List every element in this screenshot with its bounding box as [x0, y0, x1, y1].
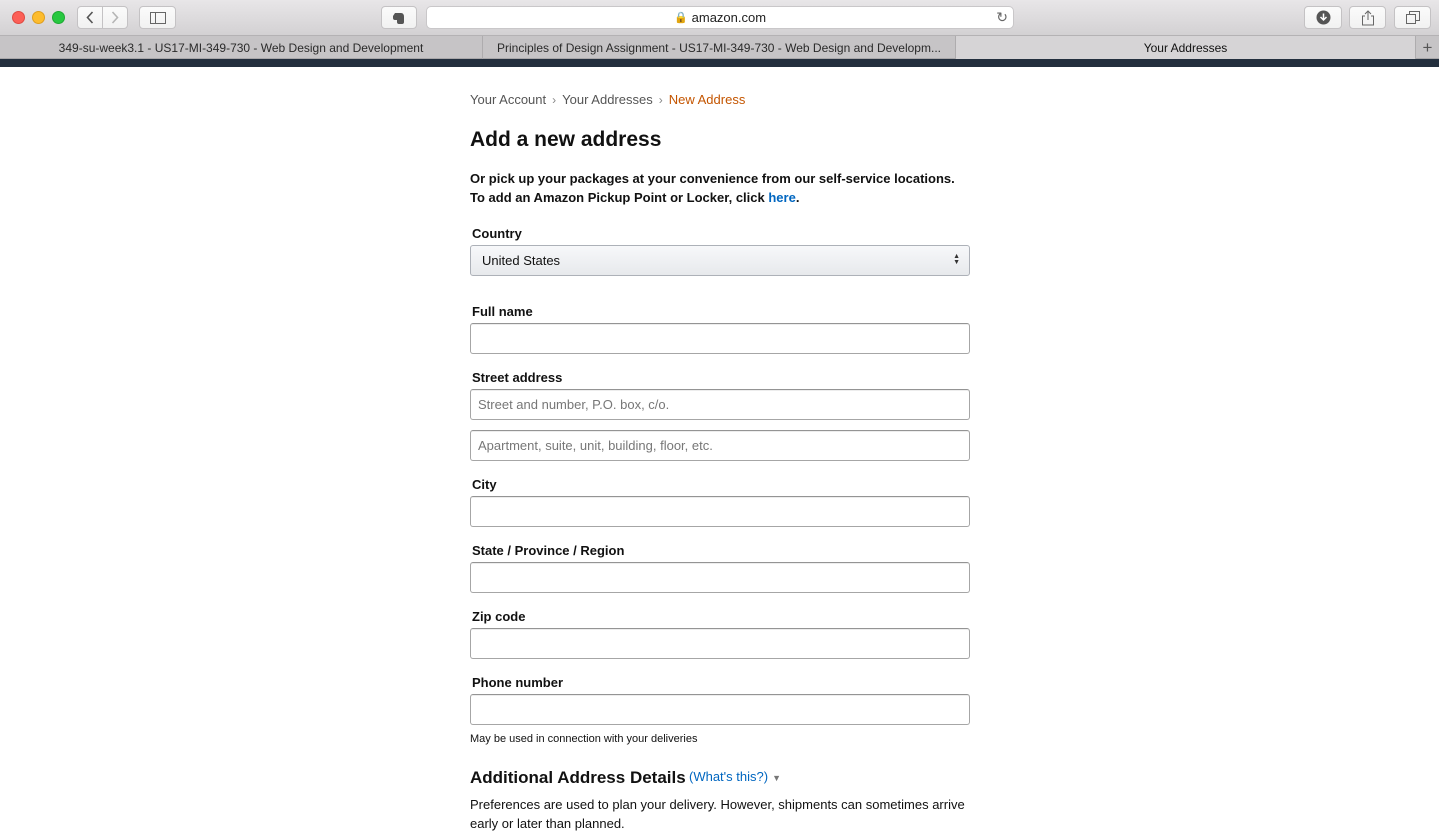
zip-label: Zip code	[472, 609, 526, 624]
intro-text: Or pick up your packages at your conveni…	[470, 171, 955, 205]
fullname-input[interactable]	[470, 323, 970, 354]
breadcrumb-your-account[interactable]: Your Account	[470, 92, 546, 107]
page-title: Add a new address	[470, 128, 662, 151]
plus-icon: +	[1422, 37, 1433, 57]
sidebar-toggle-button[interactable]	[139, 6, 176, 29]
state-input[interactable]	[470, 562, 970, 593]
phone-input[interactable]	[470, 694, 970, 725]
whats-this-link[interactable]: (What's this?) ▼	[689, 769, 781, 784]
city-label: City	[472, 477, 497, 492]
close-window-button[interactable]	[12, 11, 25, 24]
downloads-button[interactable]	[1304, 6, 1342, 29]
tab-week3[interactable]: 349-su-week3.1 - US17-MI-349-730 - Web D…	[0, 36, 483, 59]
breadcrumb-current: New Address	[668, 92, 746, 107]
evernote-icon	[393, 12, 404, 24]
extension-button[interactable]	[381, 6, 417, 29]
tab-bar: 349-su-week3.1 - US17-MI-349-730 - Web D…	[0, 36, 1439, 59]
country-selected-value: United States	[482, 253, 561, 268]
additional-details-title: Additional Address Details	[470, 768, 686, 787]
share-icon	[1361, 9, 1374, 25]
back-button[interactable]	[77, 6, 103, 29]
tabs-overview-icon	[1405, 11, 1420, 24]
chevron-right-icon	[111, 11, 119, 24]
intro-end: .	[795, 190, 800, 205]
street-address-line1-input[interactable]	[470, 389, 970, 420]
city-input[interactable]	[470, 496, 970, 527]
phone-hint: May be used in connection with your deli…	[470, 733, 698, 745]
share-button[interactable]	[1349, 6, 1386, 29]
country-select[interactable]: United States ▲ ▼	[470, 245, 970, 276]
select-arrows-icon: ▲ ▼	[953, 253, 960, 266]
amazon-header-strip	[0, 59, 1439, 67]
browser-toolbar: 🔒 amazon.com ↻	[0, 0, 1439, 36]
show-tabs-button[interactable]	[1394, 6, 1431, 29]
forward-button[interactable]	[102, 6, 128, 29]
zip-input[interactable]	[470, 628, 970, 659]
country-label: Country	[472, 226, 522, 241]
pickup-here-link[interactable]: here	[768, 190, 795, 205]
reload-icon[interactable]: ↻	[996, 9, 1008, 26]
download-icon	[1316, 10, 1330, 25]
breadcrumb-separator: ›	[552, 93, 557, 107]
new-tab-button[interactable]: +	[1416, 36, 1439, 59]
fullname-label: Full name	[472, 304, 533, 319]
zoom-window-button[interactable]	[52, 11, 65, 24]
lock-icon: 🔒	[673, 12, 688, 24]
breadcrumb: Your Account › Your Addresses › New Address	[470, 92, 745, 107]
whats-this-text: (What's this?)	[689, 769, 769, 784]
address-bar[interactable]: 🔒 amazon.com ↻	[426, 6, 1014, 29]
street-address-line2-input[interactable]	[470, 430, 970, 461]
sidebar-icon	[149, 11, 166, 24]
chevron-left-icon	[86, 11, 94, 24]
state-label: State / Province / Region	[472, 543, 625, 558]
pickup-intro-text: Or pick up your packages at your conveni…	[470, 169, 970, 207]
tab-principles-of-design[interactable]: Principles of Design Assignment - US17-M…	[483, 36, 956, 59]
breadcrumb-your-addresses[interactable]: Your Addresses	[562, 92, 653, 107]
minimize-window-button[interactable]	[32, 11, 45, 24]
street-address-label: Street address	[472, 370, 563, 385]
tab-your-addresses[interactable]: Your Addresses	[956, 36, 1416, 59]
preferences-text: Preferences are used to plan your delive…	[470, 797, 965, 831]
caret-down-icon: ▼	[772, 773, 781, 783]
phone-label: Phone number	[472, 675, 564, 690]
breadcrumb-separator: ›	[658, 93, 663, 107]
url-text: amazon.com	[691, 10, 767, 25]
